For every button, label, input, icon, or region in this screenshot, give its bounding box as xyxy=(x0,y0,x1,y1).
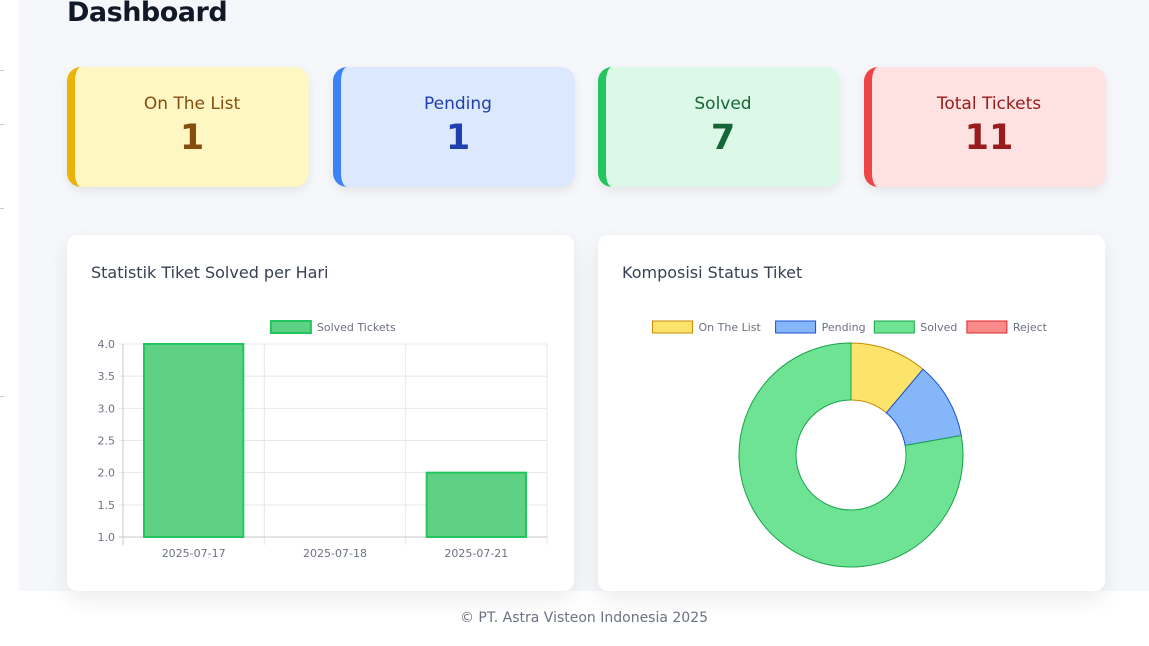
page-title: Dashboard xyxy=(67,0,228,28)
y-tick-label: 2.5 xyxy=(98,435,116,448)
y-tick-label: 2.0 xyxy=(98,467,116,480)
bar-2025-07-21 xyxy=(425,471,527,539)
card-label: Pending xyxy=(424,94,492,114)
donut-chart: On The List Pending Solved Reject xyxy=(652,320,1048,568)
legend-swatch-on-the-list xyxy=(652,320,693,334)
legend-label-solved-tickets: Solved Tickets xyxy=(317,321,396,334)
legend-swatch-solved xyxy=(873,320,915,334)
legend-label-pending: Pending xyxy=(822,321,866,334)
card-pending: Pending 1 xyxy=(333,67,575,187)
card-total-tickets: Total Tickets 11 xyxy=(864,67,1106,187)
card-label: Solved xyxy=(694,94,752,114)
card-count: 11 xyxy=(964,118,1014,158)
sidebar-divider xyxy=(0,124,4,125)
footer-copyright: © PT. Astra Visteon Indonesia 2025 xyxy=(459,610,709,626)
y-tick-label: 1.5 xyxy=(98,499,116,512)
x-tick-label: 2025-07-18 xyxy=(303,547,367,560)
y-tick-label: 3.5 xyxy=(98,370,116,383)
sidebar-edge xyxy=(0,0,19,636)
card-solved: Solved 7 xyxy=(598,67,840,187)
bar-2025-07-17 xyxy=(143,343,245,538)
x-tick-label: 2025-07-21 xyxy=(444,547,508,560)
card-count: 1 xyxy=(179,118,205,158)
card-label: On The List xyxy=(143,94,241,114)
bar-chart: Solved Tickets 1.0 1.5 2.0 2.5 3.0 3.5 4.0 2025-… xyxy=(98,320,548,560)
y-tick-label: 4.0 xyxy=(98,338,116,351)
card-label: Total Tickets xyxy=(936,94,1042,114)
y-tick-label: 3.0 xyxy=(98,402,116,415)
sidebar-divider xyxy=(0,396,4,397)
legend-label-reject: Reject xyxy=(1013,321,1048,334)
card-on-the-list: On The List 1 xyxy=(67,67,309,187)
legend-label-on-the-list: On The List xyxy=(699,321,762,334)
sidebar-divider xyxy=(0,70,4,71)
legend-swatch-solved-tickets xyxy=(269,320,312,334)
y-tick-label: 1.0 xyxy=(98,531,116,544)
card-count: 7 xyxy=(710,118,736,158)
x-tick-label: 2025-07-17 xyxy=(162,547,226,560)
legend-swatch-reject xyxy=(966,320,1008,334)
bar-chart-panel: Statistik Tiket Solved per Hari Solved T… xyxy=(67,235,574,591)
dashboard-main: Dashboard On The List 1 Pending 1 Solved… xyxy=(19,0,1149,591)
card-count: 1 xyxy=(445,118,471,158)
legend-swatch-pending xyxy=(775,320,817,334)
legend-label-solved: Solved xyxy=(920,321,957,334)
donut-chart-panel: Komposisi Status Tiket On The List Pendin… xyxy=(598,235,1105,591)
sidebar-divider xyxy=(0,208,4,209)
